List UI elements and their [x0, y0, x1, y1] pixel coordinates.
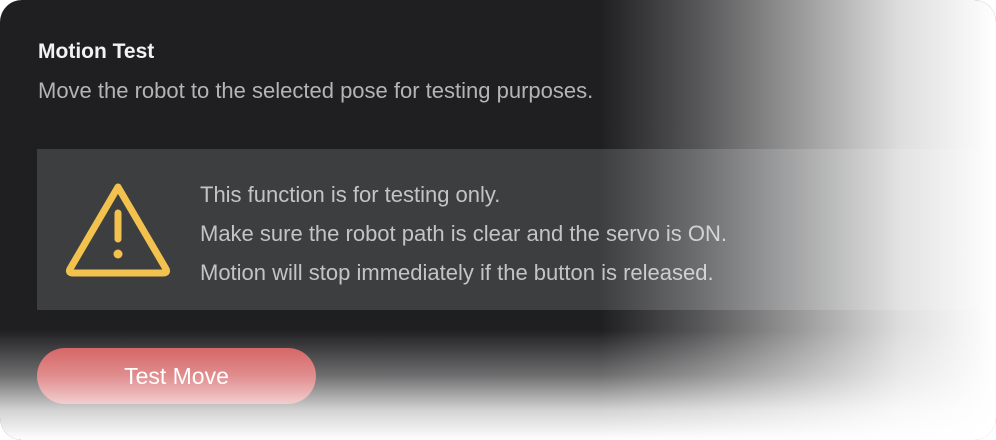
warning-line-2: Make sure the robot path is clear and th… — [200, 221, 728, 246]
warning-triangle-icon — [65, 183, 171, 277]
warning-message: This function is for testing only. Make … — [200, 175, 727, 292]
warning-line-1: This function is for testing only. — [200, 182, 501, 207]
test-move-button[interactable]: Test Move — [37, 348, 316, 404]
section-description: Move the robot to the selected pose for … — [38, 78, 594, 103]
motion-test-panel: Motion Test Move the robot to the select… — [0, 0, 996, 440]
warning-line-3: Motion will stop immediately if the butt… — [200, 260, 714, 285]
section-title: Motion Test — [38, 40, 155, 63]
